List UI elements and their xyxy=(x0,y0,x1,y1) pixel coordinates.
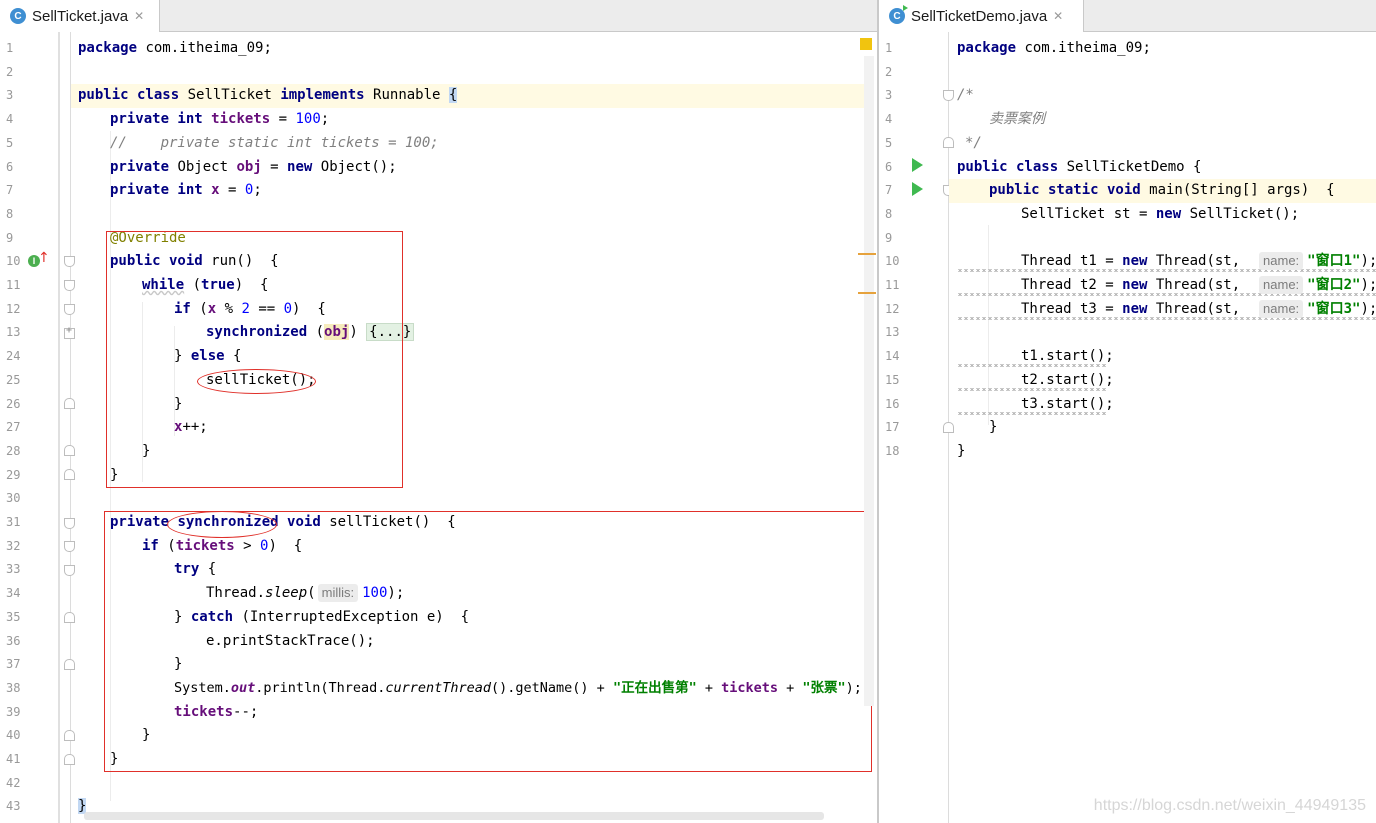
highlight-ellipse-sellticket-call xyxy=(197,369,316,394)
tab-bar-left: C SellTicket.java ✕ xyxy=(0,0,877,33)
code-line: t2.start(); xyxy=(1021,371,1114,388)
code-line: } xyxy=(957,442,966,459)
horizontal-scrollbar[interactable] xyxy=(84,812,824,820)
code-line: package com.itheima_09; xyxy=(957,40,1151,56)
class-c-run-icon: C xyxy=(889,5,908,24)
tab-label: SellTicketDemo.java xyxy=(911,7,1048,25)
code-editor-right[interactable]: package com.itheima_09; /* 卖票案例 */ publi… xyxy=(879,32,1376,823)
highlight-box-run-method xyxy=(106,231,403,488)
code-line: public class SellTicketDemo { xyxy=(957,158,1202,175)
watermark: https://blog.csdn.net/weixin_44949135 xyxy=(1093,797,1366,814)
vertical-scrollbar[interactable] xyxy=(864,56,874,706)
class-c-icon: C xyxy=(10,8,26,24)
error-stripe-mark[interactable] xyxy=(858,292,876,294)
tab-bar-right: C SellTicketDemo.java ✕ xyxy=(879,0,1376,33)
code-line: package com.itheima_09; xyxy=(78,40,272,56)
tab-sellticketdemo-java[interactable]: C SellTicketDemo.java ✕ xyxy=(879,0,1084,33)
code-line: SellTicket st = new SellTicket(); xyxy=(1021,205,1300,222)
parameter-hint: name: xyxy=(1259,276,1304,294)
tab-sellticket-java[interactable]: C SellTicket.java ✕ xyxy=(0,0,160,33)
parameter-hint: name: xyxy=(1259,252,1304,271)
code-line: Thread t3 = new Thread(st, name: "窗口3"); xyxy=(1021,299,1376,318)
code-line: public static void main(String[] args) { xyxy=(989,182,1335,199)
code-line: private int x = 0; xyxy=(110,182,262,199)
code-line: t3.start(); xyxy=(1021,395,1114,412)
code-line: private Object obj = new Object(); xyxy=(110,158,397,175)
editor-pane-sellticket: C SellTicket.java ✕ 1 2 3 4 5 6 7 8 9 10… xyxy=(0,0,877,823)
code-line: */ xyxy=(965,134,982,151)
code-line: Thread t2 = new Thread(st, name: "窗口2"); xyxy=(1021,276,1376,294)
highlight-ellipse-synchronized xyxy=(167,511,277,538)
code-line: public class SellTicket implements Runna… xyxy=(78,87,458,104)
code-line: private int tickets = 100; xyxy=(110,111,330,128)
code-line: 卖票案例 xyxy=(989,111,1045,128)
indent-guide xyxy=(988,225,989,425)
code-line: t1.start(); xyxy=(1021,348,1114,365)
code-line: } xyxy=(989,419,998,436)
highlight-box-sellticket-method xyxy=(104,511,872,772)
error-stripe-mark[interactable] xyxy=(858,253,876,255)
close-icon[interactable]: ✕ xyxy=(1053,9,1063,23)
warning-status-icon[interactable] xyxy=(860,38,872,50)
code-line: // private static int tickets = 100; xyxy=(110,134,439,151)
code-line: /* xyxy=(957,87,974,104)
editor-pane-sellticketdemo: C SellTicketDemo.java ✕ 1 2 3 4 5 6 7 8 … xyxy=(879,0,1376,823)
tab-label: SellTicket.java xyxy=(32,7,129,25)
parameter-hint: name: xyxy=(1259,299,1304,318)
close-icon[interactable]: ✕ xyxy=(134,9,144,23)
code-line: Thread t1 = new Thread(st, name: "窗口1"); xyxy=(1021,252,1376,271)
